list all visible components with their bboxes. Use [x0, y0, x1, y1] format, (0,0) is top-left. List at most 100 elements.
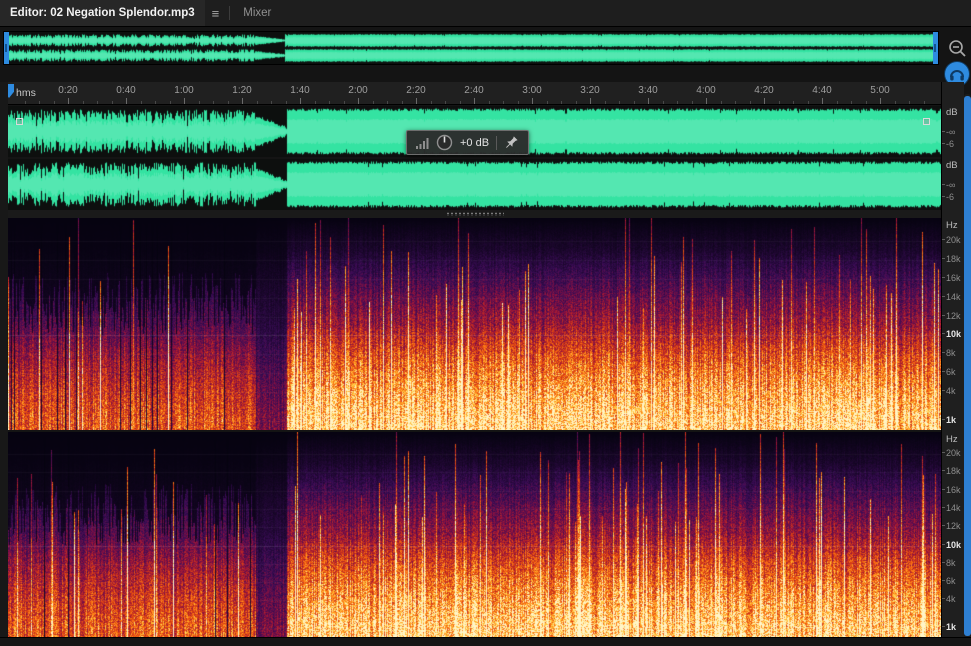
spectrogram-right-channel[interactable] [8, 432, 941, 637]
ruler-tick [604, 101, 606, 104]
ruler-tick [923, 101, 925, 104]
ruler-tick [648, 98, 649, 104]
levels-icon [416, 137, 429, 149]
ruler-tick [575, 101, 577, 104]
pin-icon[interactable] [504, 135, 519, 150]
vertical-zoom-scrollbar[interactable] [964, 94, 971, 640]
ruler-tick [720, 101, 722, 104]
ruler-tick [517, 101, 519, 104]
timeline-ruler[interactable]: hms 0:20 0:40 1:00 1:20 1:40 2:00 2:20 2:40 3:00… [0, 82, 941, 105]
ruler-tick [358, 98, 359, 104]
time-label: 0:20 [58, 85, 78, 96]
ruler-tick [503, 101, 504, 104]
ruler-tick [662, 101, 664, 104]
tab-mixer-label: Mixer [243, 7, 272, 19]
vertical-ruler-rail[interactable]: dB -∞ -6 dB -∞ -6 Hz 20k 18k 16k 14k 12k 10k 8k 6k 4k 1k… [941, 82, 964, 646]
ruler-tick [430, 101, 432, 104]
hz-value-label: 16k [942, 273, 964, 283]
overview-waveform[interactable] [9, 32, 935, 64]
db-value-label: -6 [942, 192, 964, 202]
hz-value-label: 6k [942, 367, 964, 377]
hz-unit-label: Hz [946, 434, 958, 445]
time-label: 2:40 [464, 85, 484, 96]
ruler-tick [169, 101, 171, 104]
waveform-right-channel[interactable] [8, 159, 941, 210]
ruler-tick [68, 98, 69, 104]
splitter-grip[interactable] [445, 212, 504, 216]
ruler-tick [561, 101, 562, 104]
ruler-tick [140, 101, 142, 104]
hz-value-label: 18k [942, 254, 964, 264]
time-label: 2:20 [406, 85, 426, 96]
ruler-tick [285, 101, 287, 104]
hz-value-label: 10k [942, 329, 964, 339]
hud-divider [496, 135, 498, 150]
ruler-tick [909, 101, 910, 104]
time-label: 1:20 [232, 85, 252, 96]
ruler-tick [256, 101, 258, 104]
fade-out-handle[interactable] [923, 118, 930, 125]
time-label: 4:00 [696, 85, 716, 96]
overview-range-handle-right[interactable] [933, 32, 938, 64]
panel-splitter[interactable] [8, 210, 941, 218]
ruler-tick [474, 98, 475, 104]
ruler-tick [213, 101, 214, 104]
ruler-tick [111, 101, 113, 104]
ruler-tick [271, 101, 272, 104]
ruler-tick [836, 101, 838, 104]
tab-editor-label: Editor: 02 Negation Splendor.mp3 [10, 7, 195, 19]
db-unit-label: dB [946, 107, 958, 118]
db-value-label: -∞ [942, 180, 964, 190]
hz-value-label: 20k [942, 448, 964, 458]
panel-tab-bar: Editor: 02 Negation Splendor.mp3 ≡ Mixer [0, 0, 971, 27]
ruler-tick [97, 101, 98, 104]
hz-value-label: 6k [942, 576, 964, 586]
ruler-tick [459, 101, 461, 104]
time-label: 0:40 [116, 85, 136, 96]
ruler-tick [242, 98, 243, 104]
ruler-tick [387, 101, 388, 104]
hz-value-label: 4k [942, 386, 964, 396]
hz-value-label: 1k [942, 415, 964, 425]
ruler-tick [807, 101, 809, 104]
ruler-tick [53, 101, 55, 104]
hz-value-label: 14k [942, 292, 964, 302]
db-value-label: -6 [942, 139, 964, 149]
timeline-unit-label: hms [16, 87, 36, 99]
hz-value-label: 16k [942, 485, 964, 495]
time-label: 1:40 [290, 85, 310, 96]
ruler-tick [198, 101, 200, 104]
ruler-tick [735, 101, 736, 104]
time-label: 3:40 [638, 85, 658, 96]
hz-value-label: 4k [942, 594, 964, 604]
scrollbar-thumb[interactable] [964, 96, 971, 636]
ruler-tick [314, 101, 316, 104]
hz-value-label: 18k [942, 466, 964, 476]
ruler-tick [880, 98, 881, 104]
ruler-tick [372, 101, 374, 104]
ruler-tick [227, 101, 229, 104]
time-label: 5:00 [870, 85, 890, 96]
overview-navigator[interactable] [3, 31, 939, 65]
tab-mixer[interactable]: Mixer [233, 0, 281, 26]
ruler-tick [865, 101, 867, 104]
ruler-tick [706, 98, 707, 104]
zoom-out-icon[interactable] [946, 37, 968, 59]
ruler-tick [764, 98, 765, 104]
hz-value-label: 12k [942, 311, 964, 321]
ruler-tick [633, 101, 635, 104]
hz-value-label: 12k [942, 521, 964, 531]
time-label: 3:20 [580, 85, 600, 96]
ruler-tick [184, 98, 185, 104]
spectrogram-left-channel[interactable] [8, 218, 941, 430]
ruler-tick [677, 101, 678, 104]
ruler-tick [851, 101, 852, 104]
ruler-tick [445, 101, 446, 104]
gain-knob[interactable] [436, 134, 453, 151]
ruler-tick [590, 98, 591, 104]
tab-editor[interactable]: Editor: 02 Negation Splendor.mp3 [0, 0, 205, 26]
ruler-tick [822, 98, 823, 104]
ruler-tick [343, 101, 345, 104]
fade-in-handle[interactable] [16, 118, 23, 125]
panel-menu-icon[interactable]: ≡ [205, 0, 227, 26]
